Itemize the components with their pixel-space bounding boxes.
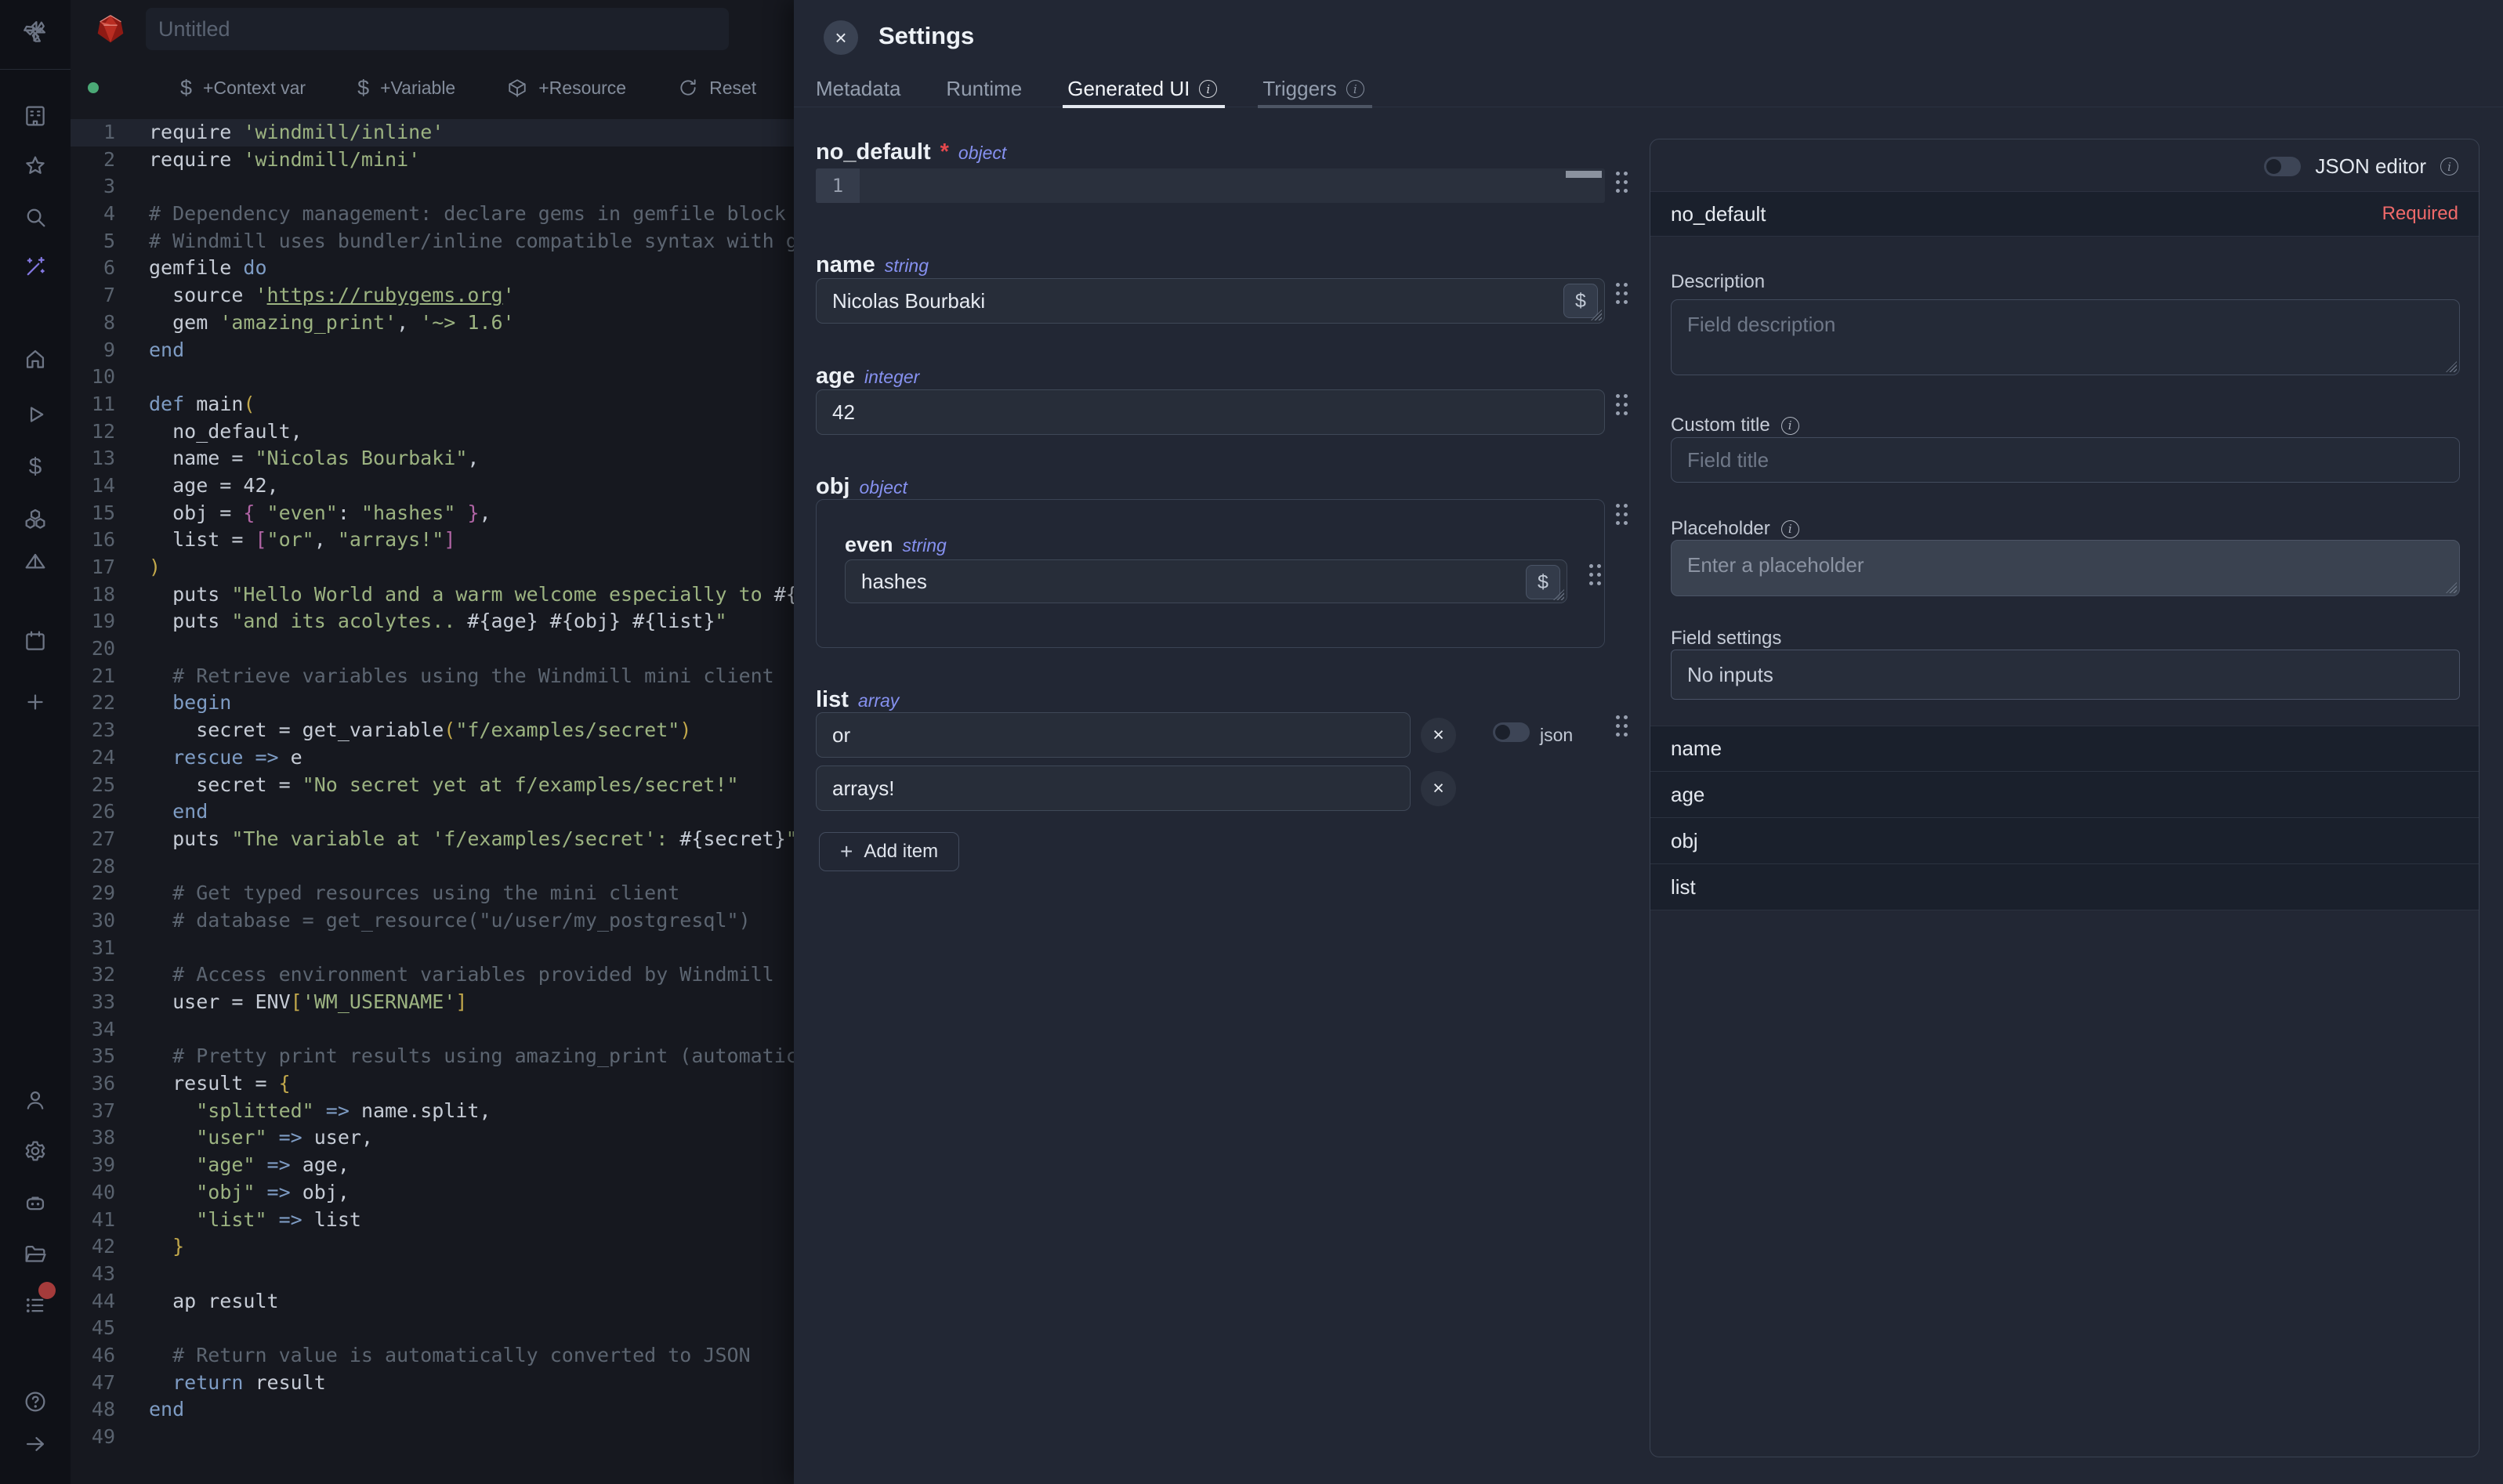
resize-handle[interactable] bbox=[2446, 361, 2457, 372]
field-label-list: list array bbox=[816, 687, 899, 713]
close-icon[interactable]: × bbox=[824, 20, 858, 55]
drag-handle-name[interactable] bbox=[1616, 283, 1620, 287]
toolbar-button--context-var[interactable]: $+Context var bbox=[180, 76, 306, 100]
calendar-icon[interactable] bbox=[21, 627, 49, 655]
description-label: Description bbox=[1671, 271, 1765, 293]
json-toggle-label: json bbox=[1540, 725, 1573, 746]
user-person-icon[interactable] bbox=[21, 1086, 49, 1114]
drag-handle-list[interactable] bbox=[1616, 715, 1620, 719]
resources-cubes-icon[interactable] bbox=[21, 505, 49, 534]
info-icon[interactable]: i bbox=[1781, 417, 1799, 435]
audit-list-icon[interactable] bbox=[21, 1291, 49, 1319]
rail-divider bbox=[0, 69, 71, 70]
obj-object-group: even string hashes $ bbox=[816, 499, 1605, 648]
info-icon[interactable]: i bbox=[1781, 520, 1799, 538]
plus-icon: + bbox=[840, 839, 853, 864]
list-item-input[interactable]: or bbox=[816, 712, 1411, 758]
even-input[interactable]: hashes $ bbox=[845, 559, 1567, 603]
settings-gear-icon[interactable] bbox=[21, 1137, 49, 1165]
add-plus-icon[interactable] bbox=[21, 688, 49, 716]
drag-handle-even[interactable] bbox=[1589, 564, 1593, 568]
json-editor-toggle-row: JSON editor i bbox=[2264, 154, 2458, 179]
field-row-list[interactable]: list bbox=[1650, 864, 2479, 910]
workspace-building-icon[interactable] bbox=[21, 102, 49, 130]
field-label-name: name string bbox=[816, 252, 929, 278]
field-label-even: even string bbox=[845, 533, 947, 557]
ruby-language-icon bbox=[92, 11, 129, 47]
drag-handle-no-default[interactable] bbox=[1616, 172, 1620, 176]
schedules-pyramid-icon[interactable] bbox=[21, 548, 49, 577]
field-label-age: age integer bbox=[816, 364, 919, 389]
remove-item-icon[interactable]: × bbox=[1421, 718, 1456, 753]
drag-handle-age[interactable] bbox=[1616, 394, 1620, 398]
tab-metadata[interactable]: Metadata bbox=[816, 71, 900, 107]
json-editor-toggle[interactable] bbox=[2264, 157, 2301, 176]
drag-handle-obj[interactable] bbox=[1616, 504, 1620, 508]
toolbar-button-reset[interactable]: Reset bbox=[678, 78, 756, 99]
field-row-name[interactable]: name bbox=[1650, 726, 2479, 772]
settings-drawer: × Settings Metadata Runtime Generated UIi T… bbox=[794, 0, 2503, 1484]
info-icon[interactable]: i bbox=[1346, 80, 1364, 98]
tab-generated-ui[interactable]: Generated UIi bbox=[1067, 71, 1217, 107]
robot-bot-icon[interactable] bbox=[21, 1189, 49, 1218]
field-rows-list: nameageobjlist bbox=[1650, 726, 2479, 910]
age-input[interactable]: 42 bbox=[816, 389, 1605, 435]
required-asterisk: * bbox=[940, 139, 949, 165]
resize-handle[interactable] bbox=[2446, 582, 2457, 593]
field-settings-panel: JSON editor i no_default Required Descri… bbox=[1650, 139, 2479, 1457]
insert-variable-dollar-button[interactable]: $ bbox=[1526, 565, 1560, 599]
windmill-logo-icon[interactable] bbox=[21, 17, 49, 45]
custom-title-label: Custom title i bbox=[1671, 414, 1799, 436]
variables-dollar-icon[interactable]: $ bbox=[21, 453, 49, 481]
mini-editor-line-number: 1 bbox=[816, 168, 860, 203]
field-settings-label: Field settings bbox=[1671, 628, 1781, 650]
selected-field-row[interactable]: no_default Required bbox=[1650, 191, 2479, 237]
favorites-star-icon[interactable] bbox=[21, 152, 49, 180]
toolbar-button--resource[interactable]: +Resource bbox=[507, 78, 626, 99]
home-icon[interactable] bbox=[21, 345, 49, 373]
notification-badge bbox=[38, 1282, 56, 1299]
settings-tabs: Metadata Runtime Generated UIi Triggersi bbox=[794, 71, 2503, 107]
ai-magic-wand-icon[interactable] bbox=[21, 253, 49, 281]
sidebar-rail: $ bbox=[0, 0, 71, 1484]
search-icon[interactable] bbox=[21, 203, 49, 231]
tab-runtime[interactable]: Runtime bbox=[946, 71, 1022, 107]
help-question-icon[interactable] bbox=[21, 1388, 49, 1416]
remove-item-icon[interactable]: × bbox=[1421, 771, 1456, 806]
placeholder-textarea[interactable]: Enter a placeholder bbox=[1671, 540, 2460, 596]
script-title-input[interactable]: Untitled bbox=[146, 8, 729, 50]
info-icon[interactable]: i bbox=[2440, 157, 2458, 176]
field-row-age[interactable]: age bbox=[1650, 772, 2479, 818]
info-icon[interactable]: i bbox=[1199, 80, 1217, 98]
runs-play-icon[interactable] bbox=[21, 400, 49, 429]
mini-editor-scrollbar[interactable] bbox=[1566, 171, 1602, 178]
field-row-obj[interactable]: obj bbox=[1650, 818, 2479, 864]
json-editor-label: JSON editor bbox=[2315, 154, 2426, 179]
placeholder-label: Placeholder i bbox=[1671, 518, 1799, 540]
name-input[interactable]: Nicolas Bourbaki $ bbox=[816, 278, 1605, 324]
settings-title: Settings bbox=[878, 22, 974, 50]
toolbar-buttons: $+Context var $+Variable +Resource Reset bbox=[139, 76, 756, 100]
collapse-arrow-right-icon[interactable] bbox=[21, 1430, 49, 1458]
insert-variable-dollar-button[interactable]: $ bbox=[1563, 284, 1598, 318]
description-textarea[interactable]: Field description bbox=[1671, 299, 2460, 375]
list-item-input[interactable]: arrays! bbox=[816, 766, 1411, 811]
add-item-button[interactable]: + Add item bbox=[819, 832, 959, 871]
folder-open-icon[interactable] bbox=[21, 1240, 49, 1269]
status-dot-icon bbox=[88, 82, 99, 93]
toolbar-button--variable[interactable]: $+Variable bbox=[357, 76, 455, 100]
field-label-no-default: no_default* object bbox=[816, 139, 1006, 165]
custom-title-input[interactable]: Field title bbox=[1671, 437, 2460, 483]
app-window: Untitled $+Context var $+Variable +Resourc… bbox=[0, 0, 2503, 1484]
no-default-json-input[interactable]: 1 bbox=[816, 168, 1605, 203]
field-settings-box: No inputs bbox=[1671, 650, 2460, 700]
tab-triggers[interactable]: Triggersi bbox=[1262, 71, 1364, 107]
field-label-obj: obj object bbox=[816, 474, 907, 500]
json-mode-toggle[interactable] bbox=[1493, 722, 1530, 742]
required-badge: Required bbox=[2382, 203, 2458, 225]
